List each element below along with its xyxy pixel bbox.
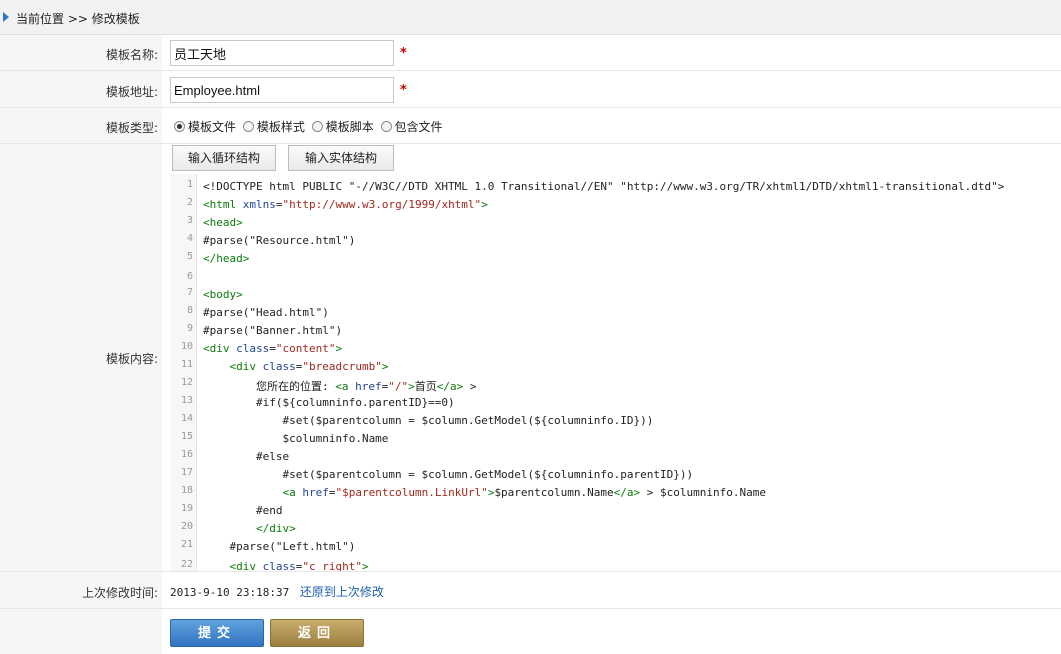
- line-number: 4: [186, 233, 193, 244]
- line-number: 15: [180, 431, 193, 442]
- line-number-gutter: 1 2 3 4 5 6 7 8 9 10 11 12 13 14 15 16 17 18 19 20 21 22: [170, 174, 197, 571]
- radio-selected-icon[interactable]: [174, 121, 185, 132]
- line-number: 13: [180, 395, 193, 406]
- code-line: 您所在的位置: <a href="/">首页</a> >: [203, 380, 477, 393]
- type-option-script[interactable]: 模板脚本: [311, 118, 374, 135]
- line-number: 3: [186, 215, 193, 226]
- type-label: 模板类型:: [105, 121, 158, 135]
- line-number: 17: [180, 467, 193, 478]
- label-column-filler: [0, 609, 162, 654]
- type-option-style[interactable]: 模板样式: [242, 118, 305, 135]
- type-radio-group: 模板文件 模板样式 模板脚本 包含文件: [174, 118, 446, 135]
- code-line: #parse("Head.html"): [203, 306, 329, 319]
- line-number: 20: [180, 521, 193, 532]
- code-line: #parse("Resource.html"): [203, 234, 356, 247]
- restore-link[interactable]: 还原到上次修改: [300, 585, 384, 599]
- breadcrumb-prefix: 当前位置: [16, 12, 65, 26]
- code-line: <html xmlns="http://www.w3.org/1999/xhtm…: [203, 198, 488, 211]
- address-label: 模板地址:: [105, 85, 158, 99]
- code-line: #parse("Left.html"): [203, 540, 356, 553]
- code-line: $columninfo.Name: [203, 432, 389, 445]
- line-number: 16: [180, 449, 193, 460]
- line-number: 8: [186, 305, 193, 316]
- address-input[interactable]: [170, 77, 394, 103]
- insert-entity-button[interactable]: 输入实体结构: [288, 145, 394, 171]
- line-number: 22: [180, 559, 193, 570]
- insert-loop-button[interactable]: 输入循环结构: [172, 145, 276, 171]
- line-number: 14: [180, 413, 193, 424]
- code-line: #end: [203, 504, 283, 517]
- code-line: </head>: [203, 252, 250, 265]
- code-line: #if(${columninfo.parentID}==0): [203, 396, 455, 409]
- type-option-file[interactable]: 模板文件: [174, 118, 236, 135]
- line-number: 11: [180, 359, 193, 370]
- radio-icon[interactable]: [380, 121, 392, 132]
- code-line: #else: [203, 450, 290, 463]
- code-line: <head>: [203, 216, 243, 229]
- submit-button[interactable]: 提交: [170, 619, 264, 647]
- breadcrumb: 当前位置 >> 修改模板: [0, 0, 1061, 35]
- line-number: 2: [186, 197, 193, 208]
- required-mark: *: [400, 83, 407, 98]
- last-modified-row: 上次修改时间:: [0, 572, 1061, 609]
- address-row: 模板地址: *: [0, 71, 1061, 108]
- code-line: <a href="$parentcolumn.LinkUrl">$parentc…: [282, 486, 766, 499]
- last-modified-value: 2013-9-10 23:18:37: [170, 586, 290, 599]
- code-line: #set($parentcolumn = $column.GetModel(${…: [203, 414, 654, 427]
- type-row: 模板类型: 模板文件 模板样式 模板脚本 包含文件: [0, 108, 1061, 144]
- type-option-include[interactable]: 包含文件: [380, 118, 443, 135]
- breadcrumb-arrow-icon: [3, 12, 9, 22]
- back-button[interactable]: 返回: [270, 619, 364, 647]
- line-number: 10: [180, 341, 193, 352]
- content-label: 模板内容:: [105, 352, 158, 366]
- code-editor[interactable]: 1 2 3 4 5 6 7 8 9 10 11 12 13 14 15 16 17 18 19 20 21 22 <!DO…: [170, 174, 1061, 571]
- code-line: <body>: [203, 288, 243, 301]
- line-number: 5: [186, 251, 193, 262]
- code-line: <div class="breadcrumb">: [229, 360, 389, 373]
- line-number: 19: [180, 503, 193, 514]
- line-number: 1: [186, 179, 193, 190]
- code-line: <div class="content">: [203, 342, 343, 355]
- breadcrumb-separator: >>: [67, 12, 88, 26]
- name-label: 模板名称:: [105, 48, 158, 62]
- line-number: 18: [180, 485, 193, 496]
- code-line: #set($parentcolumn = $column.GetModel(${…: [203, 468, 694, 481]
- radio-icon[interactable]: [311, 121, 323, 132]
- line-number: 21: [180, 539, 193, 550]
- name-input[interactable]: [170, 40, 394, 66]
- line-number: 12: [180, 377, 193, 388]
- line-number: 9: [186, 323, 193, 334]
- code-line: <!DOCTYPE html PUBLIC "-//W3C//DTD XHTML…: [203, 180, 1005, 193]
- radio-icon[interactable]: [242, 121, 254, 132]
- line-number: 6: [186, 271, 193, 282]
- required-mark: *: [400, 46, 407, 61]
- code-line: </div>: [255, 522, 296, 535]
- name-row: 模板名称: *: [0, 35, 1061, 71]
- last-modified-label: 上次修改时间:: [81, 586, 158, 600]
- line-number: 7: [186, 287, 193, 298]
- breadcrumb-current: 修改模板: [91, 12, 140, 26]
- code-line: #parse("Banner.html"): [203, 324, 343, 337]
- code-line: <div class="c_right">: [229, 560, 369, 571]
